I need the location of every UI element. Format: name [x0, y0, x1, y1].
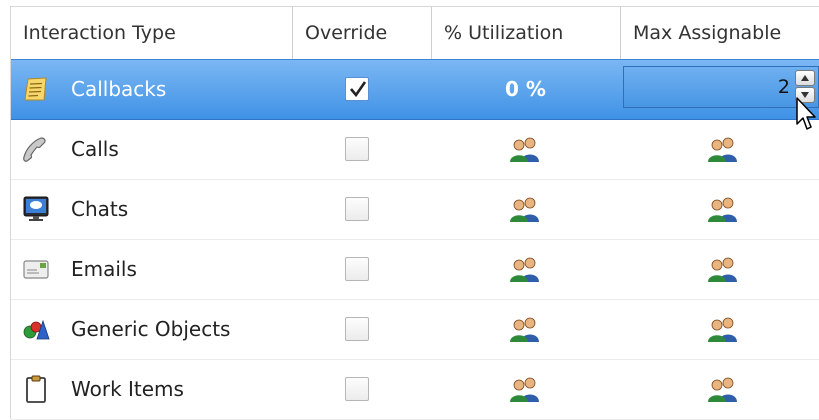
max-assignable-stepper[interactable]: 2 — [623, 66, 819, 108]
users-icon — [510, 317, 539, 342]
override-checkbox-emails[interactable] — [345, 257, 369, 281]
header-utilization[interactable]: % Utilization — [431, 7, 620, 59]
chat-monitor-icon — [23, 196, 49, 221]
users-icon — [708, 377, 737, 402]
triangle-up-icon — [801, 75, 809, 81]
header-max-assignable[interactable]: Max Assignable — [620, 7, 819, 59]
users-icon — [510, 197, 539, 222]
row-label-calls: Calls — [71, 137, 119, 161]
users-icon — [708, 137, 737, 162]
clipboard-icon — [26, 375, 46, 403]
row-label-emails: Emails — [71, 257, 137, 281]
header-interaction-type[interactable]: Interaction Type — [11, 7, 292, 59]
row-label-callbacks: Callbacks — [71, 77, 167, 101]
row-label-work-items: Work Items — [71, 377, 184, 401]
table-row-chats[interactable]: Chats — [11, 180, 819, 240]
users-icon — [708, 317, 737, 342]
table-row-callbacks[interactable]: Callbacks 0 % 2 — [11, 59, 819, 120]
generic-shapes-icon — [23, 319, 50, 340]
interaction-utilization-grid: Interaction Type Override % Utilization … — [0, 0, 819, 420]
mouse-cursor-icon — [796, 97, 816, 130]
header-override[interactable]: Override — [292, 7, 431, 59]
table-row-generic-objects[interactable]: Generic Objects — [11, 300, 819, 360]
override-checkbox-generic-objects[interactable] — [345, 317, 369, 341]
users-icon — [708, 257, 737, 282]
override-checkbox-chats[interactable] — [345, 197, 369, 221]
users-icon — [510, 137, 539, 162]
email-envelope-icon — [23, 260, 49, 279]
max-assignable-value[interactable]: 2 — [778, 67, 790, 107]
override-checkbox-callbacks[interactable] — [345, 77, 369, 101]
stepper-increment-button[interactable] — [795, 70, 815, 86]
table-row-calls[interactable]: Calls — [11, 120, 819, 180]
users-icon — [510, 257, 539, 282]
table-row-work-items[interactable]: Work Items — [11, 360, 819, 420]
row-label-chats: Chats — [71, 197, 129, 221]
grid-header: Interaction Type Override % Utilization … — [11, 7, 819, 60]
callback-note-icon — [24, 77, 47, 101]
users-icon — [510, 377, 539, 402]
checkmark-icon — [350, 81, 367, 98]
row-label-generic-objects: Generic Objects — [71, 317, 231, 341]
table-row-emails[interactable]: Emails — [11, 240, 819, 300]
override-checkbox-work-items[interactable] — [345, 377, 369, 401]
phone-handset-icon — [23, 137, 46, 162]
utilization-value-callbacks: 0 % — [505, 77, 546, 101]
users-icon — [708, 197, 737, 222]
override-checkbox-calls[interactable] — [345, 137, 369, 161]
